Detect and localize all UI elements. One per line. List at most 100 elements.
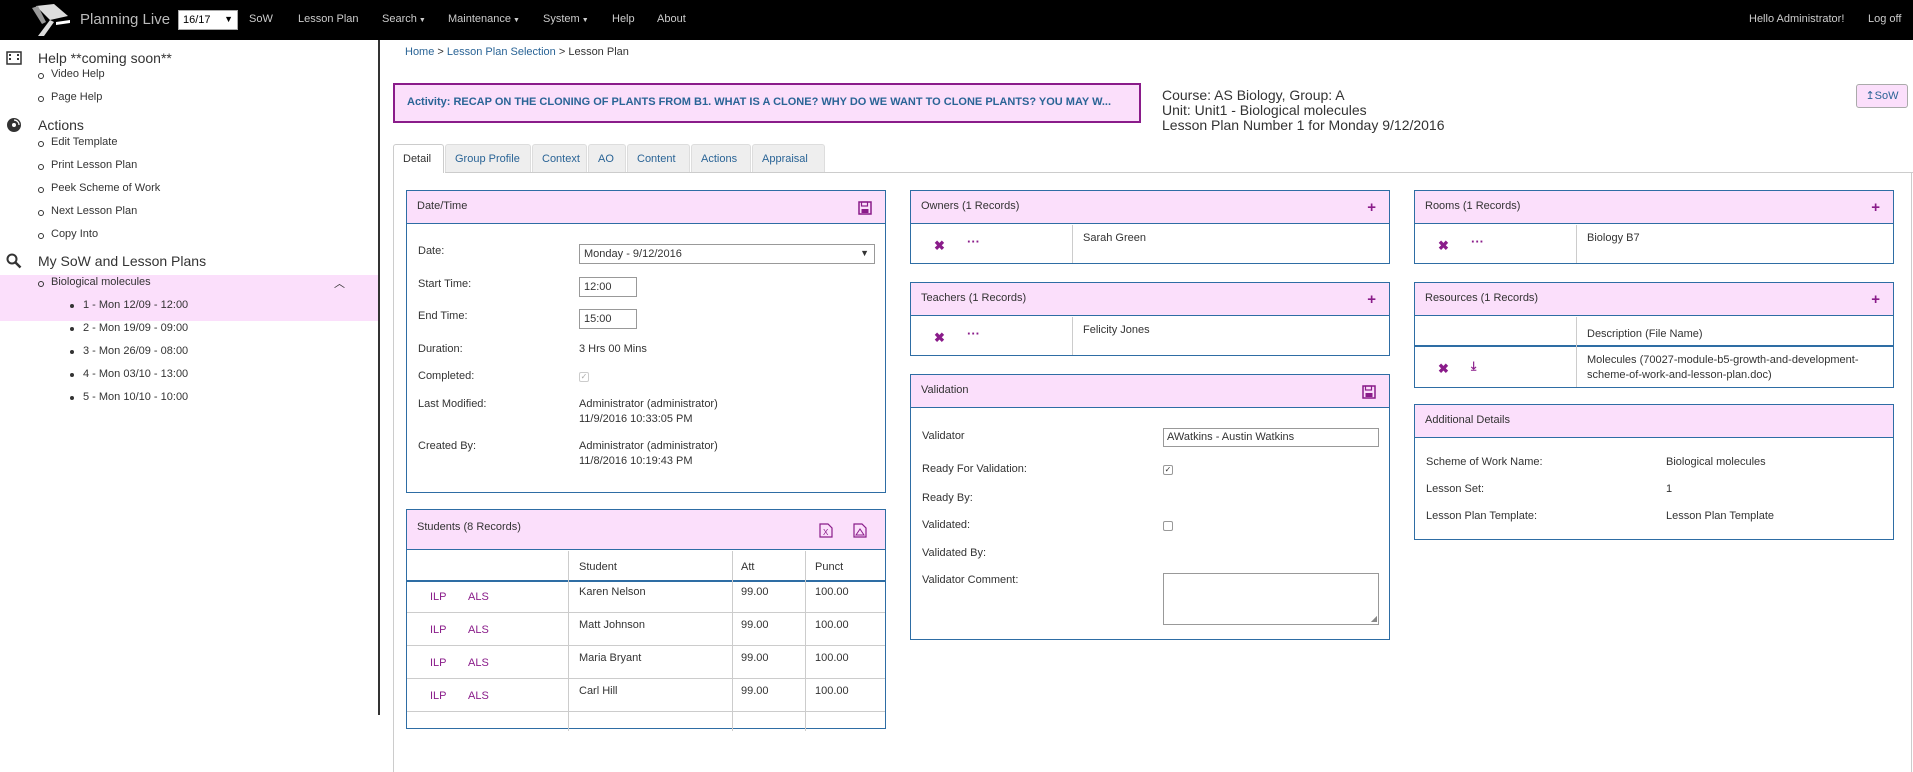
description-column-header[interactable]: Description (File Name)	[1587, 328, 1703, 340]
room-name: Biology B7	[1587, 232, 1640, 244]
nav-help[interactable]: Help	[612, 13, 635, 25]
tab-group-profile[interactable]: Group Profile	[445, 144, 531, 173]
sidebar-lesson-item[interactable]: 5 - Mon 10/10 - 10:00	[69, 391, 188, 403]
nav-maintenance[interactable]: Maintenance ▼	[448, 13, 520, 25]
more-options-icon[interactable]: ···	[1471, 234, 1484, 249]
ilp-link[interactable]: ILP	[430, 624, 447, 636]
student-name[interactable]: Karen Nelson	[579, 586, 646, 598]
add-resource-icon[interactable]: +	[1871, 291, 1880, 308]
students-title: Students (8 Records)	[417, 521, 521, 533]
ilp-link[interactable]: ILP	[430, 690, 447, 702]
tab-appraisal[interactable]: Appraisal	[752, 144, 825, 173]
punctuality-value: 100.00	[815, 586, 849, 598]
owners-panel: Owners (1 Records) + ✖ ··· Sarah Green	[910, 190, 1390, 264]
end-time-input[interactable]: 15:00	[579, 309, 637, 329]
sidebar-item-copy-into[interactable]: Copy Into	[37, 228, 98, 240]
tab-ao[interactable]: AO	[588, 144, 626, 173]
remove-room-icon[interactable]: ✖	[1438, 238, 1449, 254]
tab-context[interactable]: Context	[532, 144, 587, 173]
ready-by-label: Ready By:	[922, 492, 973, 504]
excel-export-icon[interactable]: X	[819, 523, 833, 538]
tab-actions[interactable]: Actions	[691, 144, 751, 173]
sidebar-lesson-item[interactable]: 4 - Mon 03/10 - 13:00	[69, 368, 188, 380]
tab-content[interactable]: Content	[627, 144, 690, 173]
save-icon[interactable]	[858, 201, 872, 215]
breadcrumb-current: Lesson Plan	[568, 46, 629, 58]
end-time-label: End Time:	[418, 310, 468, 322]
teachers-title: Teachers (1 Records)	[921, 292, 1027, 304]
nav-search[interactable]: Search ▼	[382, 13, 426, 25]
nav-lesson-plan[interactable]: Lesson Plan	[298, 13, 359, 25]
punct-column-header[interactable]: Punct	[815, 561, 843, 573]
collapse-chevron-icon[interactable]: ︿	[334, 275, 345, 291]
sow-button[interactable]: ↥SoW	[1856, 84, 1908, 108]
validator-input[interactable]: AWatkins - Austin Watkins	[1163, 428, 1379, 447]
add-owner-icon[interactable]: +	[1367, 199, 1376, 216]
ilp-link[interactable]: ILP	[430, 591, 447, 603]
date-select[interactable]: Monday - 9/12/2016 ▼	[579, 244, 875, 264]
completed-checkbox[interactable]: ✓	[579, 372, 589, 382]
table-row: ILP ALS Maria Bryant 99.00 100.00	[407, 646, 885, 679]
resource-description-line1[interactable]: Molecules (70027-module-b5-growth-and-de…	[1587, 354, 1858, 366]
remove-owner-icon[interactable]: ✖	[934, 238, 945, 254]
student-name[interactable]: Matt Johnson	[579, 619, 645, 631]
ready-for-validation-checkbox[interactable]: ✓	[1163, 465, 1173, 475]
att-column-header[interactable]: Att	[741, 561, 754, 573]
sidebar-item-print-lesson-plan[interactable]: Print Lesson Plan	[37, 159, 137, 171]
als-link[interactable]: ALS	[468, 690, 489, 702]
breadcrumb-lesson-plan-selection[interactable]: Lesson Plan Selection	[447, 46, 556, 58]
save-icon[interactable]	[1362, 385, 1376, 399]
more-options-icon[interactable]: ···	[967, 326, 980, 341]
download-icon[interactable]: ⤓	[1471, 359, 1476, 374]
sidebar-item-edit-template[interactable]: Edit Template	[37, 136, 117, 148]
nav-system[interactable]: System ▼	[543, 13, 589, 25]
student-name[interactable]: Maria Bryant	[579, 652, 641, 664]
nav-sow[interactable]: SoW	[249, 13, 273, 25]
punctuality-value: 100.00	[815, 619, 849, 631]
sidebar-lesson-item[interactable]: 3 - Mon 26/09 - 08:00	[69, 345, 188, 357]
dropdown-arrow-icon: ▼	[860, 248, 869, 258]
logoff-link[interactable]: Log off	[1868, 13, 1901, 25]
sidebar-lesson-item[interactable]: 1 - Mon 12/09 - 12:00	[69, 299, 188, 311]
ilp-link[interactable]: ILP	[430, 657, 447, 669]
template-value: Lesson Plan Template	[1666, 510, 1775, 522]
breadcrumb-home[interactable]: Home	[405, 46, 434, 58]
resize-grip-icon[interactable]: ◢	[1371, 614, 1377, 623]
validated-checkbox[interactable]	[1163, 521, 1173, 531]
als-link[interactable]: ALS	[468, 624, 489, 636]
tab-detail[interactable]: Detail	[393, 144, 444, 173]
validated-label: Validated:	[922, 519, 971, 531]
remove-teacher-icon[interactable]: ✖	[934, 330, 945, 346]
als-link[interactable]: ALS	[468, 657, 489, 669]
sidebar-item-next-lesson[interactable]: Next Lesson Plan	[37, 205, 137, 217]
sidebar-lesson-item[interactable]: 2 - Mon 19/09 - 09:00	[69, 322, 188, 334]
sidebar-unit-biological-molecules[interactable]: Biological molecules	[38, 276, 151, 288]
sidebar-item-peek-scheme[interactable]: Peek Scheme of Work	[37, 182, 160, 194]
planning-live-logo[interactable]	[28, 2, 72, 38]
activity-banner[interactable]: Activity: RECAP ON THE CLONING OF PLANTS…	[393, 83, 1141, 123]
pdf-export-icon[interactable]	[853, 523, 867, 538]
student-column-header[interactable]: Student	[579, 561, 617, 573]
attendance-value: 99.00	[741, 652, 769, 664]
add-room-icon[interactable]: +	[1871, 199, 1880, 216]
more-options-icon[interactable]: ···	[967, 234, 980, 249]
remove-resource-icon[interactable]: ✖	[1438, 361, 1449, 377]
als-link[interactable]: ALS	[468, 591, 489, 603]
brand-title[interactable]: Planning Live	[80, 11, 170, 28]
sidebar-item-page-help[interactable]: Page Help	[37, 91, 102, 103]
nav-about[interactable]: About	[657, 13, 686, 25]
validator-comment-textarea[interactable]: ◢	[1163, 573, 1379, 625]
student-name[interactable]: Carl Hill	[579, 685, 618, 697]
start-time-input[interactable]: 12:00	[579, 277, 637, 297]
sidebar-item-video-help[interactable]: Video Help	[38, 68, 105, 80]
panel-header: Owners (1 Records) +	[911, 191, 1389, 224]
add-teacher-icon[interactable]: +	[1367, 291, 1376, 308]
academic-year-select[interactable]: 16/17 ▼	[178, 10, 238, 30]
created-by-value: Administrator (administrator)	[579, 440, 718, 452]
search-icon	[6, 253, 22, 269]
sow-name-value: Biological molecules	[1666, 456, 1766, 468]
resource-description-line2[interactable]: scheme-of-work-and-lesson-plan.doc)	[1587, 369, 1772, 381]
user-greeting[interactable]: Hello Administrator!	[1749, 13, 1844, 25]
owners-title: Owners (1 Records)	[921, 200, 1020, 212]
caret-down-icon: ▼	[581, 17, 589, 24]
